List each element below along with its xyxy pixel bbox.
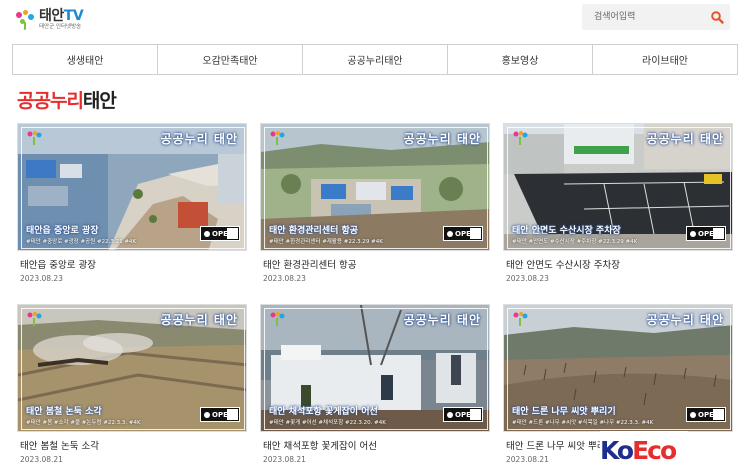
logo-subtitle: 태안군 인터넷방송: [39, 24, 82, 31]
video-card[interactable]: 공공누리 태안 태안 봄철 논둑 소각 #태안 #봄 #소각 #불 #논두렁 #…: [17, 304, 247, 464]
overlay-brand: 공공누리 태안: [160, 313, 238, 327]
video-card[interactable]: 공공누리 태안 태안읍 중앙로 광장 #태안 #중앙로 #광장 #공원 #22.…: [17, 123, 247, 283]
site-logo[interactable]: 태안TV 태안군 인터넷방송: [14, 6, 84, 34]
taean-logo-icon: [270, 131, 285, 145]
search-icon[interactable]: [710, 10, 724, 24]
video-thumbnail[interactable]: 공공누리 태안 태안 환경관리센터 항공 #태안 #환경관리센터 #재활용 #2…: [260, 123, 490, 251]
overlay-tags: #태안 #봄 #소각 #불 #논두렁 #22.3.3. #4K: [26, 420, 141, 426]
card-title[interactable]: 태안 안면도 수산시장 주차장: [503, 257, 733, 271]
overlay-tags: #태안 #드론 #나무 #씨앗 #식목일 #나무 #22.3.3. #4K: [512, 420, 654, 426]
card-title[interactable]: 태안 봄철 논둑 소각: [17, 438, 247, 452]
video-thumbnail[interactable]: 공공누리 태안 태안 봄철 논둑 소각 #태안 #봄 #소각 #불 #논두렁 #…: [17, 304, 247, 432]
main-nav: 생생태안 오감만족태안 공공누리태안 홍보영상 라이브태안: [12, 44, 738, 75]
card-date: 2023.08.23: [506, 274, 549, 283]
overlay-brand: 공공누리 태안: [646, 313, 724, 327]
nav-item-gonggongnuri[interactable]: 공공누리태안: [303, 45, 448, 74]
nav-item-ogam[interactable]: 오감만족태안: [158, 45, 303, 74]
video-thumbnail[interactable]: 공공누리 태안 태안읍 중앙로 광장 #태안 #중앙로 #광장 #공원 #22.…: [17, 123, 247, 251]
video-card[interactable]: 공공누리 태안 태안 환경관리센터 항공 #태안 #환경관리센터 #재활용 #2…: [260, 123, 490, 283]
overlay-brand: 공공누리 태안: [160, 132, 238, 146]
overlay-tags: #태안 #환경관리센터 #재활용 #22.3.29 #4K: [269, 239, 383, 245]
overlay-caption: 태안 채석포항 꽃게잡이 어선: [269, 407, 378, 417]
overlay-caption: 태안 드론 나무 씨앗 뿌리기: [512, 407, 616, 417]
search-box: [582, 4, 730, 30]
overlay-caption: 태안읍 중앙로 광장: [26, 226, 99, 236]
open-license-badge: OPEN: [686, 226, 726, 241]
overlay-tags: #태안 #안면도 #수산시장 #주차장 #22.3.29 #4K: [512, 239, 638, 245]
overlay-brand: 공공누리 태안: [646, 132, 724, 146]
card-title[interactable]: 태안 환경관리센터 항공: [260, 257, 490, 271]
video-thumbnail[interactable]: 공공누리 태안 태안 안면도 수산시장 주차장 #태안 #안면도 #수산시장 #…: [503, 123, 733, 251]
taean-logo-icon: [513, 312, 528, 326]
card-date: 2023.08.21: [263, 455, 306, 464]
taean-logo-icon: [270, 312, 285, 326]
video-card[interactable]: 공공누리 태안 태안 채석포항 꽃게잡이 어선 #태안 #꽃게 #어선 #채석포…: [260, 304, 490, 464]
nav-item-promo-video[interactable]: 홍보영상: [448, 45, 593, 74]
video-card[interactable]: 공공누리 태안 태안 안면도 수산시장 주차장 #태안 #안면도 #수산시장 #…: [503, 123, 733, 283]
open-license-badge: OPEN: [200, 226, 240, 241]
taean-logo-icon: [27, 312, 42, 326]
taean-logo-icon: [513, 131, 528, 145]
video-thumbnail[interactable]: 공공누리 태안 태안 드론 나무 씨앗 뿌리기 #태안 #드론 #나무 #씨앗 …: [503, 304, 733, 432]
taean-logo-icon: [27, 131, 42, 145]
card-date: 2023.08.21: [20, 455, 63, 464]
nav-item-live[interactable]: 라이브태안: [593, 45, 737, 74]
koeco-watermark: Ko Eco: [600, 431, 688, 469]
card-title[interactable]: 태안 채석포항 꽃게잡이 어선: [260, 438, 490, 452]
overlay-brand: 공공누리 태안: [403, 313, 481, 327]
open-license-badge: OPEN: [443, 407, 483, 422]
overlay-brand: 공공누리 태안: [403, 132, 481, 146]
overlay-caption: 태안 안면도 수산시장 주차장: [512, 226, 621, 236]
video-thumbnail[interactable]: 공공누리 태안 태안 채석포항 꽃게잡이 어선 #태안 #꽃게 #어선 #채석포…: [260, 304, 490, 432]
search-input[interactable]: [582, 4, 702, 30]
logo-mark-icon: [14, 9, 36, 31]
card-title[interactable]: 태안읍 중앙로 광장: [17, 257, 247, 271]
overlay-caption: 태안 봄철 논둑 소각: [26, 407, 102, 417]
card-date: 2023.08.23: [263, 274, 306, 283]
section-title: 공공누리태안: [17, 90, 117, 112]
card-date: 2023.08.23: [20, 274, 63, 283]
overlay-caption: 태안 환경관리센터 항공: [269, 226, 359, 236]
overlay-tags: #태안 #중앙로 #광장 #공원 #22.3.21 #4K: [26, 239, 137, 245]
overlay-tags: #태안 #꽃게 #어선 #채석포항 #22.3.20. #4K: [269, 420, 386, 426]
nav-item-saengsaeng[interactable]: 생생태안: [13, 45, 158, 74]
open-license-badge: OPEN: [443, 226, 483, 241]
open-license-badge: OPEN: [686, 407, 726, 422]
header: 태안TV 태안군 인터넷방송: [0, 0, 750, 38]
logo-title: 태안TV: [39, 8, 84, 25]
open-license-badge: OPEN: [200, 407, 240, 422]
